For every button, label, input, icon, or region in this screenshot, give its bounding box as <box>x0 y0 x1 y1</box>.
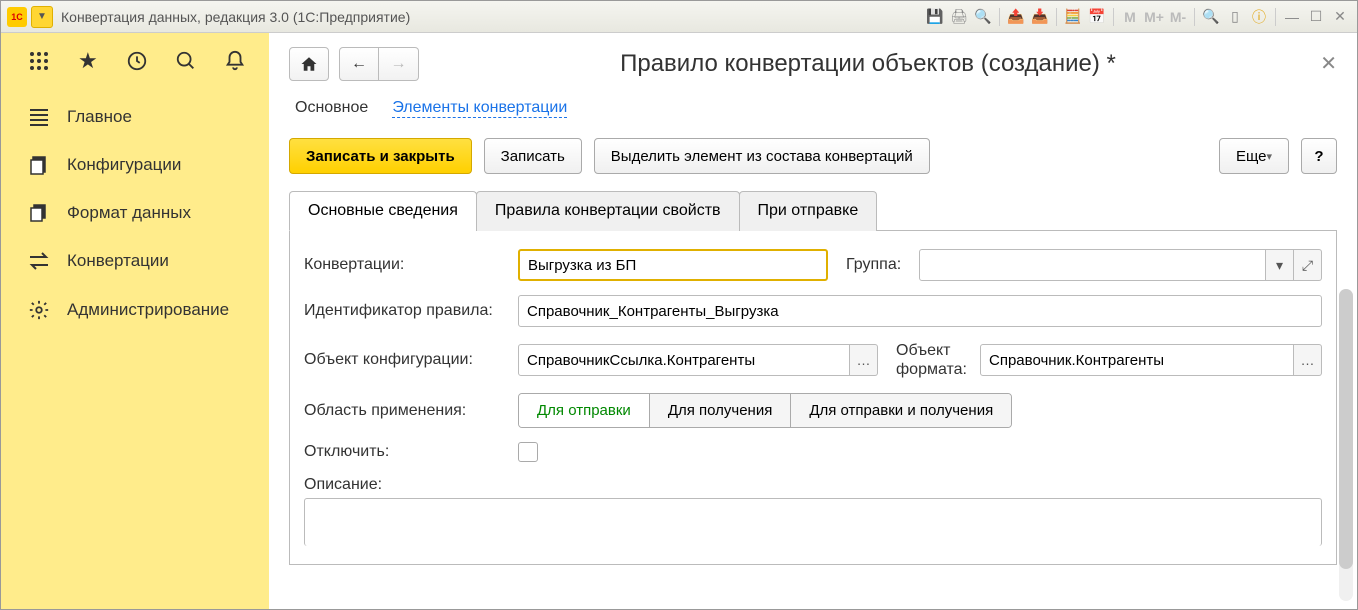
vertical-scrollbar[interactable] <box>1339 289 1353 601</box>
maximize-icon[interactable]: ☐ <box>1305 6 1327 28</box>
scope-recv-button[interactable]: Для получения <box>650 394 792 427</box>
ruleid-input[interactable] <box>518 295 1322 327</box>
nav-back-button[interactable]: ← <box>339 47 379 81</box>
app-menu-dropdown[interactable]: ▼ <box>31 6 53 28</box>
group-input[interactable] <box>919 249 1266 281</box>
content-area: ✕ ← → Правило конвертации объектов (созд… <box>269 33 1357 609</box>
search-icon[interactable] <box>173 47 200 75</box>
sidebar-item-conversions[interactable]: Конвертации <box>1 237 269 285</box>
sidebar-item-label: Главное <box>67 107 132 127</box>
app-logo-icon: 1C <box>7 7 27 27</box>
scope-both-button[interactable]: Для отправки и получения <box>791 394 1011 427</box>
subnav-elements[interactable]: Элементы конвертации <box>392 99 567 118</box>
calendar-icon[interactable]: 📅 <box>1086 6 1108 28</box>
m-plus-button[interactable]: M+ <box>1143 6 1165 28</box>
sidebar-item-main[interactable]: Главное <box>1 93 269 141</box>
sidebar-item-label: Конвертации <box>67 251 169 271</box>
configobj-label: Объект конфигурации: <box>304 351 510 369</box>
preview-icon[interactable]: 🔍 <box>972 6 994 28</box>
home-button[interactable] <box>289 47 329 81</box>
nav-forward-button[interactable]: → <box>379 47 419 81</box>
minimize-icon[interactable]: — <box>1281 6 1303 28</box>
configobj-select-icon[interactable]: … <box>850 344 878 376</box>
tab-main-info[interactable]: Основные сведения <box>289 191 477 231</box>
help-button[interactable]: ? <box>1301 138 1337 174</box>
scope-send-button[interactable]: Для отправки <box>519 394 650 427</box>
documents-icon <box>27 155 51 175</box>
close-page-icon[interactable]: ✕ <box>1320 51 1337 76</box>
save-disk-icon[interactable]: 💾 <box>924 6 946 28</box>
group-label: Группа: <box>836 256 911 274</box>
formatobj-input[interactable] <box>980 344 1294 376</box>
sidebar-item-label: Конфигурации <box>67 155 181 175</box>
desc-label: Описание: <box>304 476 510 494</box>
conv-input[interactable] <box>518 249 828 281</box>
sidebar: ★ Главное Конфигурации <box>1 33 269 609</box>
conv-label: Конвертации: <box>304 256 510 274</box>
extract-button[interactable]: Выделить элемент из состава конвертаций <box>594 138 930 174</box>
panel-icon[interactable]: ▯ <box>1224 6 1246 28</box>
star-icon[interactable]: ★ <box>74 47 101 75</box>
formatobj-select-icon[interactable]: … <box>1294 344 1322 376</box>
save-button[interactable]: Записать <box>484 138 582 174</box>
scope-toggle-group: Для отправки Для получения Для отправки … <box>518 393 1012 428</box>
calculator-icon[interactable]: 🧮 <box>1062 6 1084 28</box>
page-title: Правило конвертации объектов (создание) … <box>439 50 1337 78</box>
window-titlebar: 1C ▼ Конвертация данных, редакция 3.0 (1… <box>1 1 1357 33</box>
sidebar-item-label: Формат данных <box>67 203 191 223</box>
sidebar-item-admin[interactable]: Администрирование <box>1 285 269 335</box>
zoom-in-icon[interactable]: 🔍 <box>1200 6 1222 28</box>
swap-arrows-icon <box>27 252 51 270</box>
configobj-input[interactable] <box>518 344 850 376</box>
group-open-icon[interactable]: ⤢ <box>1294 249 1322 281</box>
more-button[interactable]: Еще <box>1219 138 1289 174</box>
description-textarea[interactable] <box>304 498 1322 546</box>
bell-icon[interactable] <box>222 47 249 75</box>
group-dropdown-icon[interactable]: ▾ <box>1266 249 1294 281</box>
tab-property-rules[interactable]: Правила конвертации свойств <box>476 191 740 231</box>
scrollbar-thumb[interactable] <box>1339 289 1353 569</box>
link-in-icon[interactable]: 📥 <box>1029 6 1051 28</box>
apps-grid-icon[interactable] <box>25 47 52 75</box>
disable-label: Отключить: <box>304 443 510 461</box>
formatobj-label: Объект формата: <box>886 341 972 379</box>
subnav-main[interactable]: Основное <box>295 99 368 118</box>
sidebar-item-dataformat[interactable]: Формат данных <box>1 189 269 237</box>
close-window-icon[interactable]: ✕ <box>1329 6 1351 28</box>
m-minus-button[interactable]: M- <box>1167 6 1189 28</box>
ruleid-label: Идентификатор правила: <box>304 302 510 320</box>
menu-lines-icon <box>27 108 51 126</box>
m-button[interactable]: M <box>1119 6 1141 28</box>
window-title: Конвертация данных, редакция 3.0 (1С:Пре… <box>61 9 924 25</box>
scope-label: Область применения: <box>304 402 510 420</box>
history-icon[interactable] <box>123 47 150 75</box>
print-icon[interactable]: 🖨 <box>948 6 970 28</box>
link-out-icon[interactable]: 📤 <box>1005 6 1027 28</box>
info-icon[interactable]: ⓘ <box>1248 6 1270 28</box>
sidebar-item-label: Администрирование <box>67 300 229 320</box>
gear-icon <box>27 299 51 321</box>
tab-on-send[interactable]: При отправке <box>739 191 878 231</box>
documents-stack-icon <box>27 203 51 223</box>
sidebar-item-configs[interactable]: Конфигурации <box>1 141 269 189</box>
save-close-button[interactable]: Записать и закрыть <box>289 138 472 174</box>
disable-checkbox[interactable] <box>518 442 538 462</box>
